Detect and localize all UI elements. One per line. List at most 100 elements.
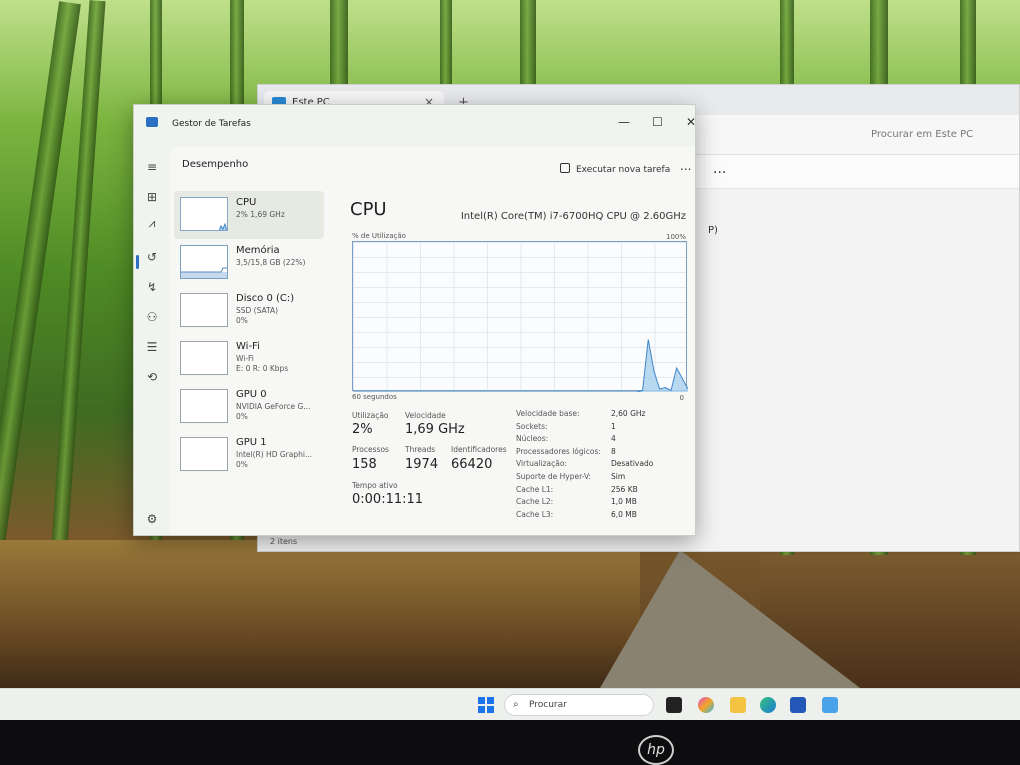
threads-label: Threads: [405, 445, 436, 454]
settings-icon[interactable]: ⚙: [144, 511, 160, 527]
hamburger-icon[interactable]: ≡: [144, 159, 160, 175]
spec-row: Cache L1: 256 KB: [516, 485, 691, 498]
close-button[interactable]: ✕: [686, 115, 696, 129]
window-title: Gestor de Tarefas: [172, 119, 251, 129]
explorer-status-bar: 2 itens: [270, 537, 298, 546]
taskbar: ⌕ Procurar: [0, 688, 1020, 720]
gpu1-thumbnail-graph: [180, 437, 228, 471]
taskbar-search-box[interactable]: ⌕ Procurar: [504, 694, 654, 716]
active-page-indicator: [136, 255, 139, 269]
resource-item-gpu0[interactable]: GPU 0 NVIDIA GeForce G... 0%: [174, 383, 324, 431]
threads-value: 1974: [405, 457, 439, 472]
file-explorer-icon[interactable]: [730, 697, 746, 713]
resource-detail: 0%: [236, 316, 248, 325]
wifi-thumbnail-graph: [180, 341, 228, 375]
maximize-button[interactable]: ☐: [652, 115, 663, 129]
task-view-icon[interactable]: [666, 697, 682, 713]
gpu0-thumbnail-graph: [180, 389, 228, 423]
taskbar-search-label: Procurar: [529, 700, 567, 710]
resource-item-gpu1[interactable]: GPU 1 Intel(R) HD Graphi... 0%: [174, 431, 324, 479]
utilization-label: Utilização: [352, 411, 389, 420]
spec-key: Núcleos:: [516, 434, 549, 444]
memory-thumbnail-graph: [180, 245, 228, 279]
navigation-rail: ≡ ⊞ ⩘ ↺ ↯ ⚇ ☰ ⟲ ⚙: [134, 145, 170, 537]
startup-icon[interactable]: ↯: [144, 279, 160, 295]
start-button[interactable]: [478, 697, 494, 713]
processes-label: Processos: [352, 445, 389, 454]
disk-thumbnail-graph: [180, 293, 228, 327]
graph-time-label: 60 segundos: [352, 393, 397, 401]
spec-row: Cache L2: 1,0 MB: [516, 497, 691, 510]
spec-key: Velocidade base:: [516, 409, 580, 418]
run-new-task-button[interactable]: Executar nova tarefa: [560, 163, 670, 175]
cpu-usage-area: [353, 339, 688, 392]
spec-key: Processadores lógicos:: [516, 446, 601, 456]
details-icon[interactable]: ☰: [144, 339, 160, 355]
search-icon: ⌕: [513, 699, 519, 710]
copilot-icon[interactable]: [698, 697, 714, 713]
resource-summary: NVIDIA GeForce G...: [236, 402, 311, 411]
uptime-label: Tempo ativo: [352, 481, 398, 490]
cpu-usage-line: [353, 339, 688, 392]
resource-list: CPU 2% 1,69 GHz Memória 3,5/15,8 GB (22%…: [174, 191, 324, 479]
spec-row: Virtualização: Desativado: [516, 459, 691, 472]
photos-icon[interactable]: [822, 697, 838, 713]
speed-value: 1,69 GHz: [405, 422, 465, 437]
minimize-button[interactable]: —: [618, 115, 630, 129]
detail-title: CPU: [350, 199, 387, 220]
resource-summary: SSD (SATA): [236, 306, 279, 315]
resource-item-memory[interactable]: Memória 3,5/15,8 GB (22%): [174, 239, 324, 287]
run-task-label: Executar nova tarefa: [576, 165, 671, 175]
resource-name: Wi-Fi: [236, 341, 260, 352]
resource-detail: 0%: [236, 460, 248, 469]
handles-label: Identificadores: [451, 445, 507, 454]
explorer-drive-label: P): [708, 225, 718, 236]
spec-row: Velocidade base: 2,60 GHz: [516, 409, 691, 422]
cpu-utilization-graph: [352, 241, 688, 392]
spec-value: 1: [611, 421, 616, 431]
resource-name: GPU 0: [236, 389, 267, 400]
resource-detail: 0%: [236, 412, 248, 421]
spec-value: 6,0 MB: [611, 509, 637, 519]
resource-name: Memória: [236, 245, 280, 256]
task-manager-window[interactable]: Gestor de Tarefas — ☐ ✕ ≡ ⊞ ⩘ ↺ ↯ ⚇ ☰ ⟲ …: [133, 104, 696, 536]
store-icon[interactable]: [790, 697, 806, 713]
cpu-model-name: Intel(R) Core(TM) i7-6700HQ CPU @ 2.60GH…: [460, 211, 686, 222]
spec-row: Sockets: 1: [516, 422, 691, 435]
cpu-utilization-plot: [353, 339, 688, 392]
run-task-icon: [560, 163, 570, 173]
spec-key: Sockets:: [516, 421, 548, 431]
spec-value: 1,0 MB: [611, 497, 637, 507]
more-options-button[interactable]: ...: [680, 159, 691, 173]
processes-icon[interactable]: ⊞: [144, 189, 160, 205]
history-icon[interactable]: ↺: [144, 249, 160, 265]
spec-value: Desativado: [611, 459, 654, 469]
spec-key: Suporte de Hyper-V:: [516, 471, 592, 481]
explorer-more-button[interactable]: ...: [713, 161, 726, 177]
services-icon[interactable]: ⟲: [144, 369, 160, 385]
resource-item-disk[interactable]: Disco 0 (C:) SSD (SATA) 0%: [174, 287, 324, 335]
page-title: Desempenho: [182, 159, 249, 170]
edge-icon[interactable]: [760, 697, 776, 713]
resource-item-wifi[interactable]: Wi-Fi Wi-Fi E: 0 R: 0 Kbps: [174, 335, 324, 383]
spec-key: Cache L1:: [516, 484, 554, 494]
spec-row: Cache L3: 6,0 MB: [516, 510, 691, 523]
hp-logo: hp: [638, 735, 674, 765]
uptime-value: 0:00:11:11: [352, 492, 424, 507]
resource-summary: 3,5/15,8 GB (22%): [236, 258, 306, 267]
users-icon[interactable]: ⚇: [144, 309, 160, 325]
spec-row: Processadores lógicos: 8: [516, 447, 691, 460]
graph-y-label: % de Utilização: [352, 232, 406, 240]
explorer-search-input[interactable]: Procurar em Este PC: [861, 123, 1011, 147]
performance-page: Desempenho Executar nova tarefa ... CPU …: [170, 147, 695, 535]
resource-item-cpu[interactable]: CPU 2% 1,69 GHz: [174, 191, 324, 239]
speed-label: Velocidade: [405, 411, 446, 420]
task-manager-titlebar[interactable]: Gestor de Tarefas — ☐ ✕: [134, 105, 697, 145]
resource-summary: Intel(R) HD Graphi...: [236, 450, 313, 459]
cpu-specs-table: Velocidade base: 2,60 GHz Sockets: 1 Núcle…: [516, 409, 691, 522]
spec-key: Virtualização:: [516, 459, 567, 469]
performance-icon[interactable]: ⩘: [144, 215, 160, 231]
spec-key: Cache L2:: [516, 497, 554, 507]
spec-value: 4: [611, 434, 616, 444]
utilization-value: 2%: [352, 422, 373, 437]
